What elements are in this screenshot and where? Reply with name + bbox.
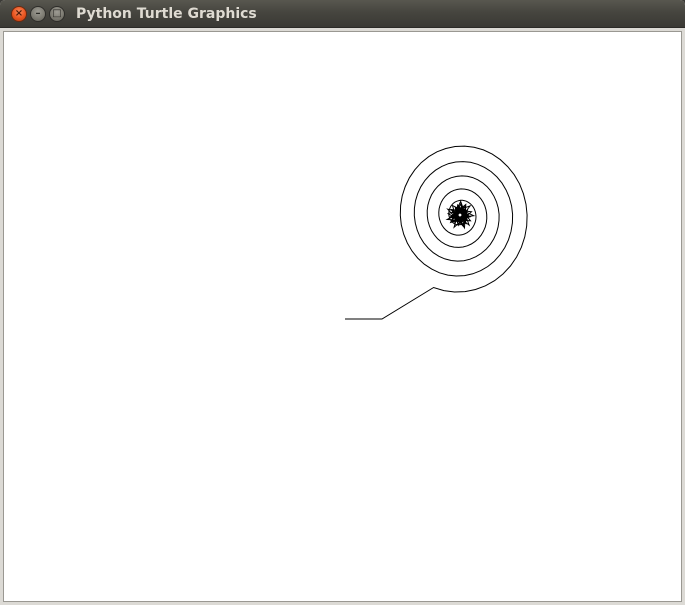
spiral-path bbox=[345, 145, 528, 320]
turtle-canvas[interactable] bbox=[3, 31, 682, 602]
drawing-surface bbox=[345, 145, 528, 320]
window-title: Python Turtle Graphics bbox=[76, 6, 257, 22]
turtle-window: × – □ Python Turtle Graphics bbox=[0, 0, 685, 605]
title-bar[interactable]: × – □ Python Turtle Graphics bbox=[0, 0, 685, 28]
minimize-icon[interactable]: – bbox=[30, 6, 46, 22]
maximize-icon[interactable]: □ bbox=[49, 6, 65, 22]
close-icon[interactable]: × bbox=[11, 6, 27, 22]
